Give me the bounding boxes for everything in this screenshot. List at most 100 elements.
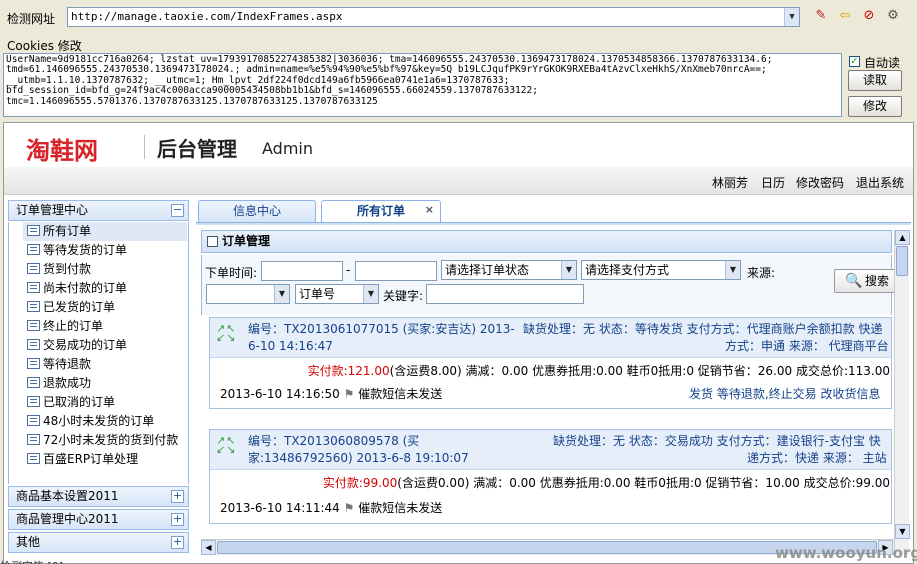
sidebar-item-48h[interactable]: 48小时未发货的订单 — [27, 412, 154, 431]
document-icon — [27, 453, 40, 464]
order-actions[interactable]: 发货 等待退款,终止交易 改收货信息 — [689, 386, 885, 403]
stop-icon[interactable]: ⊘ — [860, 7, 878, 25]
order-status-select[interactable]: 请选择订单状态 ▼ — [441, 260, 577, 280]
menu-label: 百盛ERP订单处理 — [43, 452, 139, 466]
panel-header: 订单管理 — [201, 230, 892, 253]
menu-label: 终止的订单 — [43, 319, 104, 333]
sidebar-section-other[interactable]: 其他 + — [8, 532, 189, 553]
back-arrow-icon[interactable]: ⇦ — [836, 7, 854, 25]
source-label: 来源: — [747, 266, 776, 280]
document-icon — [27, 320, 40, 331]
order-date: 6-10 14:16:47 — [248, 339, 333, 353]
menu-label: 已发货的订单 — [43, 300, 116, 314]
calendar-link[interactable]: 日历 — [761, 174, 785, 191]
logo: 淘鞋网 — [26, 137, 98, 165]
url-input[interactable]: http://manage.taoxie.com/IndexFrames.asp… — [67, 7, 800, 27]
start-date-input[interactable] — [261, 261, 343, 281]
user-name-link[interactable]: 林丽芳 — [712, 174, 748, 191]
document-icon — [27, 339, 40, 350]
chevron-down-icon[interactable]: ▼ — [784, 8, 799, 26]
sidebar-item-72h[interactable]: 72小时未发货的货到付款 — [27, 431, 178, 450]
admin-title-en: Admin — [262, 139, 313, 158]
menu-label: 所有订单 — [43, 224, 92, 238]
url-value: http://manage.taoxie.com/IndexFrames.asp… — [71, 10, 343, 23]
sidebar-item-shipped[interactable]: 已发货的订单 — [27, 298, 115, 317]
settings-icon[interactable]: ⚙ — [884, 7, 902, 25]
close-icon[interactable]: × — [425, 199, 434, 220]
eraser-icon[interactable]: ✎ — [812, 7, 830, 25]
sidebar-item-terminated[interactable]: 终止的订单 — [27, 317, 103, 336]
sidebar-section-product-settings[interactable]: 商品基本设置2011 + — [8, 486, 189, 507]
expand-icon[interactable]: + — [171, 536, 184, 549]
order-info: 缺货处理：无 状态：等待发货 支付方式：代理商账户余额扣款 快递 — [523, 322, 883, 336]
change-password-link[interactable]: 修改密码 — [796, 174, 844, 191]
divider — [144, 135, 145, 159]
expand-icon[interactable]: + — [171, 490, 184, 503]
expand-arrows-icon[interactable]: ↗↖ ↙↘ — [216, 323, 235, 343]
admin-frame: 淘鞋网 后台管理 Admin 林丽芳 日历 修改密码 退出系统 订单管理中心 −… — [3, 122, 914, 564]
sidebar-section-order[interactable]: 订单管理中心 − — [8, 200, 189, 221]
scroll-up-icon[interactable]: ▲ — [895, 230, 910, 245]
document-icon — [27, 244, 40, 255]
flag-icon: ⚑ — [343, 501, 355, 515]
end-date-input[interactable] — [355, 261, 437, 281]
expand-icon[interactable]: + — [171, 513, 184, 526]
keyword-label: 关键字: — [383, 289, 424, 303]
section-label: 商品管理中心2011 — [16, 512, 119, 526]
order-menu: 所有订单 等待发货的订单 货到付款 尚未付款的订单 已发货的订单 终止的订单 交… — [8, 222, 189, 484]
logout-link[interactable]: 退出系统 — [856, 174, 904, 191]
sidebar-item-refunded[interactable]: 退款成功 — [27, 374, 91, 393]
vertical-scrollbar[interactable]: ▲ ▼ — [894, 230, 910, 555]
auto-read-checkbox[interactable]: ✓ — [849, 56, 860, 67]
expand-arrows-icon[interactable]: ↗↖ ↙↘ — [216, 435, 235, 455]
sidebar-item-refund-pending[interactable]: 等待退款 — [27, 355, 91, 374]
extra-select[interactable]: ▼ — [206, 284, 290, 304]
menu-label: 等待发货的订单 — [43, 243, 128, 257]
document-icon — [27, 301, 40, 312]
order-date: 家:13486792560) 2013-6-8 19:10:07 — [248, 451, 469, 465]
sidebar-item-unpaid[interactable]: 尚未付款的订单 — [27, 279, 127, 298]
keyword-input[interactable] — [426, 284, 584, 304]
payment-method-select[interactable]: 请选择支付方式 ▼ — [581, 260, 741, 280]
grid-icon — [207, 236, 218, 247]
sidebar-item-cancelled[interactable]: 已取消的订单 — [27, 393, 115, 412]
document-icon — [27, 396, 40, 407]
order-amounts: 实付款:121.00(含运费8.00) 满减：0.00 优惠券抵用:0.00 鞋… — [210, 363, 891, 380]
order-footer: 2013-6-10 14:11:44 ⚑ 催款短信未发送 — [220, 500, 901, 517]
select-value: 订单号 — [299, 287, 336, 301]
sidebar-item-all-orders[interactable]: 所有订单 — [23, 222, 187, 241]
chevron-down-icon: ▼ — [725, 261, 740, 279]
menu-label: 退款成功 — [43, 376, 92, 390]
user-bar: 林丽芳 日历 修改密码 退出系统 — [4, 167, 913, 195]
document-icon — [27, 225, 40, 236]
order-amounts: 实付款:99.00(含运费0.00) 满减：0.00 优惠券抵用:0.00 鞋币… — [210, 475, 891, 492]
chevron-down-icon: ▼ — [363, 285, 378, 303]
chevron-down-icon: ▼ — [274, 285, 289, 303]
collapse-icon[interactable]: − — [171, 204, 184, 217]
paid-amount: 实付款:99.00 — [322, 476, 398, 490]
url-label: 检测网址 — [7, 12, 56, 26]
sms-status: 催款短信未发送 — [358, 501, 443, 515]
modify-button[interactable]: 修改 — [848, 96, 902, 117]
scrollbar-thumb[interactable] — [896, 246, 908, 276]
tab-info-center[interactable]: 信息中心 — [198, 200, 316, 222]
sidebar-item-success[interactable]: 交易成功的订单 — [27, 336, 127, 355]
field-select[interactable]: 订单号 ▼ — [295, 284, 379, 304]
sidebar-item-cod[interactable]: 货到付款 — [27, 260, 91, 279]
scroll-down-icon[interactable]: ▼ — [895, 524, 910, 539]
read-button[interactable]: 读取 — [848, 70, 902, 91]
paid-amount: 实付款:121.00 — [307, 364, 390, 378]
sidebar-section-product-mgmt[interactable]: 商品管理中心2011 + — [8, 509, 189, 530]
tab-all-orders[interactable]: 所有订单 × — [321, 200, 441, 222]
order-info-2: 方式：申通 来源： 代理商平台 — [725, 339, 889, 353]
amount-details: (含运费0.00) 满减：0.00 优惠券抵用:0.00 鞋币0抵用:0 促销节… — [397, 476, 890, 490]
sidebar-item-erp[interactable]: 百盛ERP订单处理 — [27, 450, 138, 469]
order-card: ↗↖ ↙↘ 编号：TX2013060809578 (买 家:13486792560… — [209, 429, 892, 524]
order-id: 编号：TX2013060809578 (买 — [248, 434, 420, 448]
sidebar: 订单管理中心 − 所有订单 等待发货的订单 货到付款 尚未付款的订单 已发货的订… — [8, 200, 189, 555]
main-panel: 信息中心 所有订单 × 订单管理 下单时间: - 请选择订单状态 ▼ 请选择支付方… — [196, 200, 911, 555]
scroll-left-icon[interactable]: ◀ — [201, 540, 216, 555]
sidebar-item-pending-ship[interactable]: 等待发货的订单 — [27, 241, 127, 260]
order-card: ↗↖ ↙↘ 编号：TX2013061077015 (买家:安吉达) 2013- 6… — [209, 317, 892, 409]
cookie-textarea[interactable]: UserName=9d9181cc716a0264; lzstat_uv=179… — [3, 53, 842, 117]
